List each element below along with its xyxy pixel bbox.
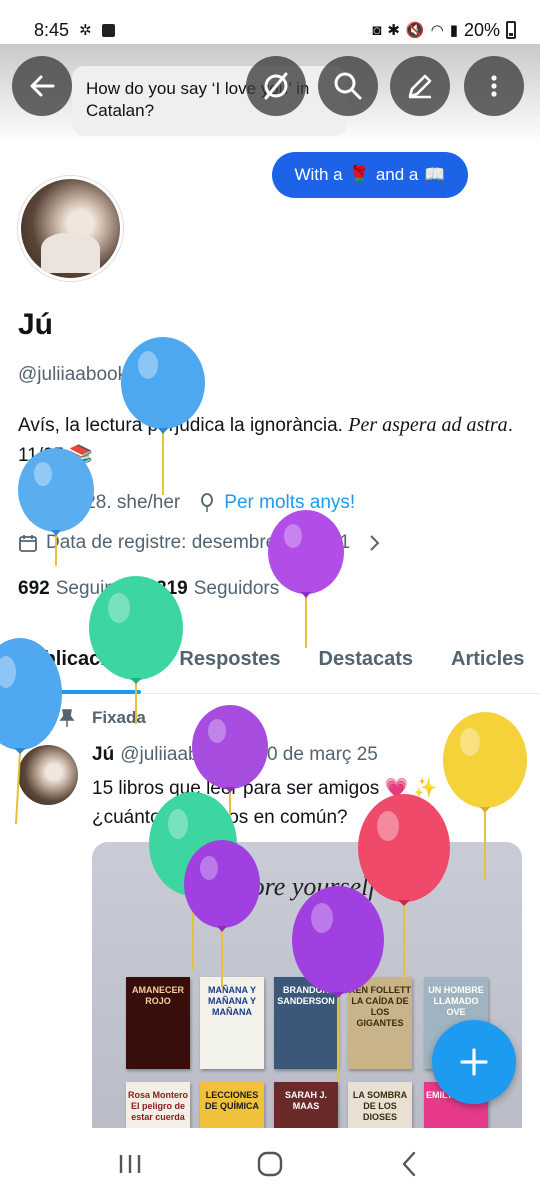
chip-text-before: With a [294,165,343,184]
system-navigation-bar [0,1128,540,1199]
balloon-decoration [121,337,205,495]
plus-icon [460,1048,488,1076]
arrow-left-icon [30,75,55,97]
wifi-icon: ◠ [430,22,444,39]
profile-name: Jú [18,308,54,341]
bio-quote: Per aspera ad astra [348,414,508,436]
bluetooth-icon: ✱ [387,22,400,39]
battery-percent: 20% [463,19,500,40]
grok-icon [264,72,288,100]
mute-icon: 🔇 [405,22,425,39]
pencil-icon [408,74,432,99]
search-button[interactable] [318,56,378,116]
back-nav-icon[interactable] [395,1149,425,1179]
book-cover: MAÑANA Y MAÑANA Y MAÑANA [200,977,264,1069]
following-count[interactable]: 692 [18,578,50,600]
balloon-icon [201,493,214,512]
network-icon: ✲ [79,22,92,39]
tab-highlights[interactable]: Destacats [281,640,414,694]
post-author[interactable]: Jú [92,744,114,766]
balloon-decoration [292,886,384,1082]
notification-icon [101,23,115,37]
grok-suggestion-tooltip[interactable]: How do you say ‘I love you’ in Catalan? [72,66,347,136]
profile-tabs: Publicacions Respostes Destacats Article… [0,640,540,694]
tab-articles[interactable]: Articles [413,640,524,694]
camera-icon: ◙ [372,21,382,39]
balloon-decoration [443,712,527,880]
more-options-button[interactable] [464,56,524,116]
book-emoji: 📖 [424,165,446,184]
compose-post-button[interactable] [432,1020,516,1104]
search-icon [334,72,362,100]
chip-text-middle: and a [375,165,419,184]
chevron-right-icon [370,535,380,551]
balloon-decoration [89,576,183,724]
balloon-decoration [184,840,260,988]
balloon-decoration [18,448,94,566]
more-vertical-icon [491,75,497,97]
profile-avatar[interactable] [18,176,123,281]
home-icon[interactable] [255,1149,285,1179]
recent-apps-icon[interactable] [115,1149,145,1179]
rose-emoji: 🌹 [348,165,370,184]
balloon-decoration [0,638,62,824]
grok-button[interactable] [246,56,306,116]
battery-icon [506,21,516,39]
signal-icon: ▮ [449,22,458,39]
grok-answer-chip[interactable]: With a 🌹 and a 📖 [272,152,468,198]
book-cover: AMANECER ROJO [126,977,190,1069]
back-button[interactable] [12,56,72,116]
edit-button[interactable] [390,56,450,116]
balloon-decoration [268,510,344,648]
status-time: 8:45 [34,19,70,40]
